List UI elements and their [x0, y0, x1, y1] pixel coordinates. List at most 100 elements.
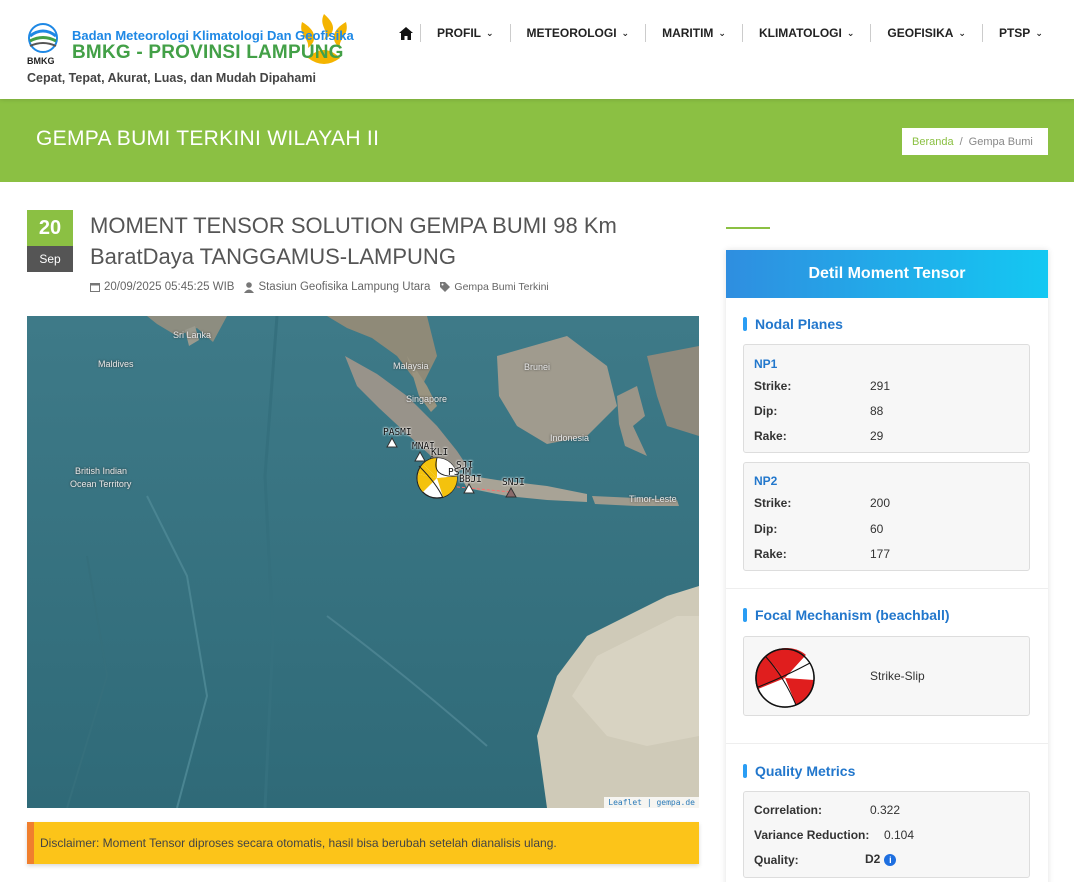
np1-rake-value: 29: [870, 429, 884, 443]
np1-title: NP1: [754, 357, 778, 371]
chevron-down-icon: ⌄: [486, 28, 494, 38]
attribution-separator: |: [646, 798, 652, 807]
quality-label: Quality:: [754, 853, 799, 867]
focal-mechanism-title: Focal Mechanism (beachball): [755, 607, 950, 623]
np2-rake-value: 177: [870, 547, 891, 561]
np2-card: NP2 Strike: 200 Dip: 60 Rake: 177: [743, 462, 1030, 571]
earthquake-map[interactable]: Sri Lanka Maldives Malaysia Brunei Singa…: [27, 316, 699, 808]
nodal-planes-heading: Nodal Planes: [743, 316, 843, 332]
article-category[interactable]: Gempa Bumi Terkini: [454, 281, 548, 293]
map-label-biot-1: British Indian: [75, 466, 128, 476]
bmkg-logo[interactable]: BMKG: [26, 22, 62, 66]
quality-value: D2: [865, 852, 881, 866]
np1-card: NP1 Strike: 291 Dip: 88 Rake: 29: [743, 344, 1030, 453]
np2-dip-label: Dip:: [754, 522, 778, 536]
map-attribution: Leaflet | gempa.de: [604, 797, 699, 808]
variance-value: 0.104: [884, 828, 915, 842]
article-datetime: 20/09/2025 05:45:25 WIB: [104, 281, 235, 293]
tag-icon: [440, 282, 451, 292]
moment-tensor-panel: Detil Moment Tensor Nodal Planes NP1 Str…: [726, 250, 1048, 882]
heading-bar: [743, 608, 747, 622]
np1-rake-label: Rake:: [754, 429, 787, 443]
chevron-down-icon: ⌄: [1035, 28, 1043, 38]
quality-value-wrap: D2 i: [865, 852, 897, 866]
nav-label: MARITIM: [662, 26, 714, 40]
panel-title: Detil Moment Tensor: [726, 250, 1048, 298]
focal-mechanism-card: Strike-Slip: [743, 636, 1030, 716]
breadcrumb: Beranda / Gempa Bumi: [902, 128, 1048, 155]
map-canvas: [27, 316, 699, 808]
np2-strike-value: 200: [870, 496, 891, 510]
np2-title: NP2: [754, 474, 778, 488]
station-pasmi[interactable]: PASMI: [383, 427, 412, 438]
breadcrumb-separator: /: [959, 135, 963, 148]
map-label-malaysia: Malaysia: [393, 361, 429, 371]
map-label-maldives: Maldives: [98, 359, 134, 369]
org-name: Badan Meteorologi Klimatologi Dan Geofis…: [72, 28, 354, 43]
attribution-leaflet[interactable]: Leaflet: [608, 798, 642, 807]
map-label-biot-2: Ocean Territory: [70, 479, 132, 489]
breadcrumb-current: Gempa Bumi: [968, 135, 1033, 148]
map-label-brunei: Brunei: [524, 362, 551, 372]
station-kli[interactable]: KLI: [431, 447, 448, 458]
chevron-down-icon: ⌄: [621, 28, 630, 38]
chevron-down-icon: ⌄: [958, 28, 966, 38]
map-label-sri-lanka: Sri Lanka: [173, 330, 212, 340]
heading-bar: [743, 764, 747, 778]
calendar-icon: [90, 283, 100, 292]
date-month: Sep: [27, 246, 73, 272]
chevron-down-icon: ⌄: [718, 28, 726, 38]
nav-home[interactable]: [392, 23, 420, 43]
nav-ptsp[interactable]: PTSP ⌄: [981, 24, 1059, 42]
section-divider: [726, 743, 1048, 744]
station-bbji[interactable]: BBJI: [459, 474, 482, 485]
page-title: GEMPA BUMI TERKINI WILAYAH II: [36, 127, 380, 150]
disclaimer-alert: Disclaimer: Moment Tensor diproses secar…: [27, 822, 699, 864]
chevron-down-icon: ⌄: [846, 28, 855, 38]
nav-label: KLIMATOLOGI: [758, 26, 842, 40]
map-label-indonesia: Indonesia: [550, 433, 590, 443]
nav-label: PTSP: [998, 26, 1031, 40]
focal-mechanism-heading: Focal Mechanism (beachball): [743, 607, 950, 623]
nav-profil[interactable]: PROFIL ⌄: [420, 24, 510, 42]
nav-maritim[interactable]: MARITIM ⌄: [645, 24, 742, 42]
home-icon: [399, 26, 413, 40]
map-label-singapore: Singapore: [406, 394, 448, 404]
info-icon[interactable]: i: [884, 853, 897, 866]
article-author[interactable]: Stasiun Geofisika Lampung Utara: [258, 281, 430, 293]
mechanism-type: Strike-Slip: [870, 669, 925, 683]
sidebar-accent-line: [726, 227, 770, 229]
nodal-planes-title: Nodal Planes: [755, 316, 843, 332]
main-nav: PROFIL ⌄ METEOROLOGI ⌄ MARITIM ⌄ KLIMATOLOG…: [392, 22, 1059, 44]
np1-dip-label: Dip:: [754, 404, 778, 418]
np2-strike-label: Strike:: [754, 496, 792, 510]
quality-metrics-title: Quality Metrics: [755, 763, 856, 779]
map-label-timor-leste: Timor-Leste: [629, 494, 677, 504]
np2-dip-value: 60: [870, 522, 884, 536]
nav-label: METEOROLOGI: [526, 26, 617, 40]
nav-geofisika[interactable]: GEOFISIKA ⌄: [870, 24, 982, 42]
np1-dip-value: 88: [870, 404, 884, 418]
heading-bar: [743, 317, 747, 331]
nav-klimatologi[interactable]: KLIMATOLOGI ⌄: [741, 24, 870, 42]
tagline: Cepat, Tepat, Akurat, Luas, dan Mudah Di…: [27, 71, 316, 85]
station-snji[interactable]: SNJI: [502, 477, 525, 488]
np2-rake-label: Rake:: [754, 547, 787, 561]
correlation-value: 0.322: [870, 803, 901, 817]
quality-metrics-card: Correlation: 0.322 Variance Reduction: 0…: [743, 791, 1030, 878]
nav-label: GEOFISIKA: [887, 26, 954, 40]
np1-strike-value: 291: [870, 379, 891, 393]
site-name[interactable]: BMKG - PROVINSI LAMPUNG: [72, 42, 344, 64]
site-header: BMKG Badan Meteorologi Klimatologi Dan G…: [0, 0, 1074, 99]
date-day: 20: [27, 210, 73, 246]
beachball-icon: [755, 647, 815, 708]
section-divider: [726, 588, 1048, 589]
nav-label: PROFIL: [437, 26, 481, 40]
variance-label: Variance Reduction:: [754, 828, 870, 842]
correlation-label: Correlation:: [754, 803, 823, 817]
quality-metrics-heading: Quality Metrics: [743, 763, 855, 779]
breadcrumb-home[interactable]: Beranda: [912, 136, 954, 148]
nav-meteorologi[interactable]: METEOROLOGI ⌄: [509, 24, 646, 42]
attribution-source[interactable]: gempa.de: [656, 798, 695, 807]
article-title: MOMENT TENSOR SOLUTION GEMPA BUMI 98 Km …: [90, 213, 617, 269]
